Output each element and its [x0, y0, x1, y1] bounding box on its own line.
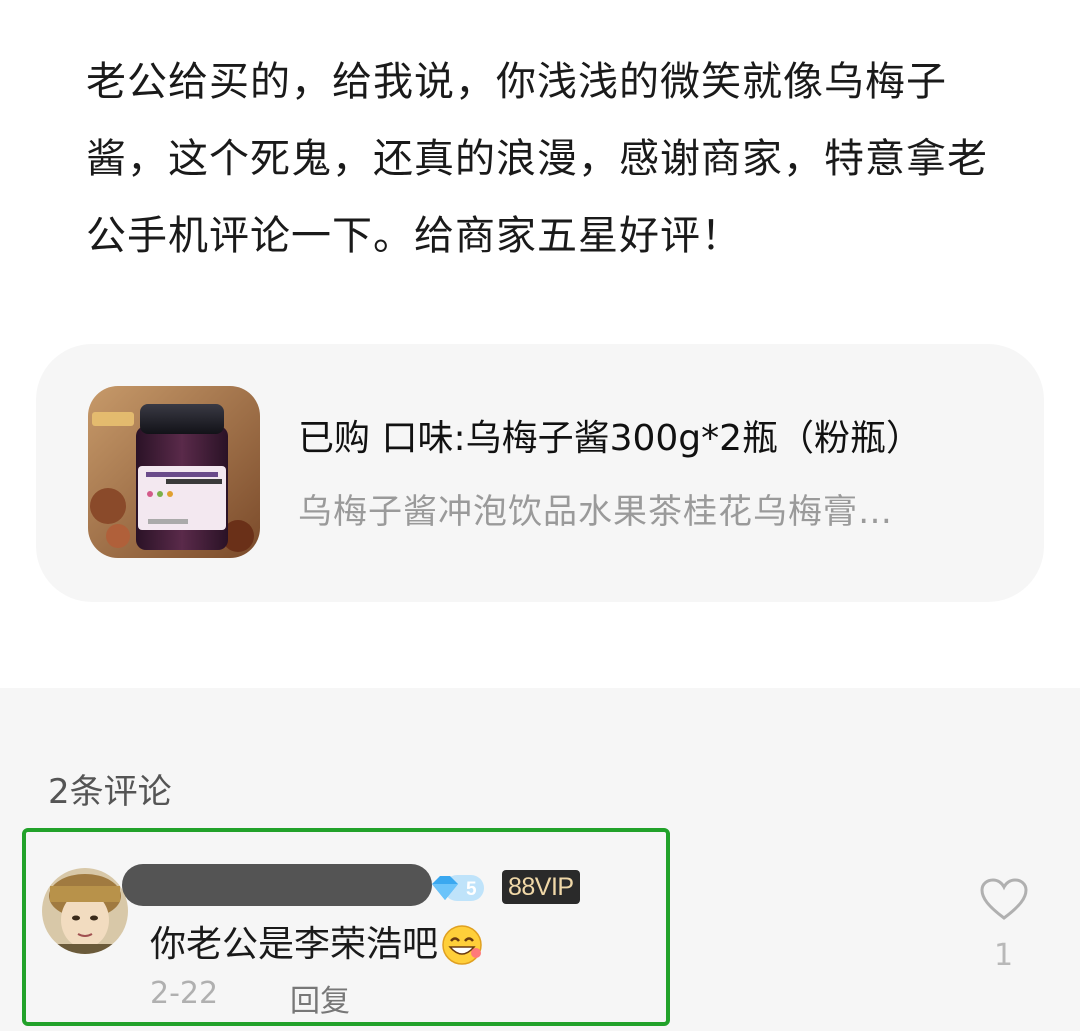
- level-badge: 5: [430, 872, 486, 904]
- reply-button[interactable]: 回复: [290, 976, 350, 1020]
- product-card[interactable]: 已购 口味:乌梅子酱300g*2瓶（粉瓶） 乌梅子酱冲泡饮品水果茶桂花乌梅膏…: [36, 344, 1044, 602]
- review-text: 老公给买的，给我说，你浅浅的微笑就像乌梅子酱，这个死鬼，还真的浪漫，感谢商家，特…: [86, 59, 988, 259]
- avatar-image: [42, 868, 128, 954]
- comments-section: 2条评论 5 88VIP 你老公是李荣浩吧 2-22 回复 1: [0, 688, 1080, 1031]
- heart-outline-icon[interactable]: [978, 876, 1030, 922]
- comment-body: 你老公是李荣浩吧: [150, 920, 484, 970]
- grinning-face-emoji-icon: [440, 923, 484, 967]
- comment-count: 2条评论: [48, 772, 172, 812]
- product-purchased-variant: 已购 口味:乌梅子酱300g*2瓶（粉瓶）: [298, 418, 923, 459]
- comment-date: 2-22: [150, 976, 219, 1011]
- product-thumbnail[interactable]: [88, 386, 260, 558]
- avatar[interactable]: [42, 868, 128, 954]
- product-jar-image: [88, 386, 260, 558]
- comment-text: 你老公是李荣浩吧: [150, 924, 439, 965]
- like-count: 1: [994, 938, 1014, 973]
- product-meta: 已购 口味:乌梅子酱300g*2瓶（粉瓶） 乌梅子酱冲泡饮品水果茶桂花乌梅膏…: [298, 414, 998, 536]
- svg-text:5: 5: [466, 879, 477, 900]
- username-redacted[interactable]: [122, 864, 432, 906]
- product-name[interactable]: 乌梅子酱冲泡饮品水果茶桂花乌梅膏…: [298, 488, 978, 536]
- vip-badge: 88VIP: [502, 870, 580, 904]
